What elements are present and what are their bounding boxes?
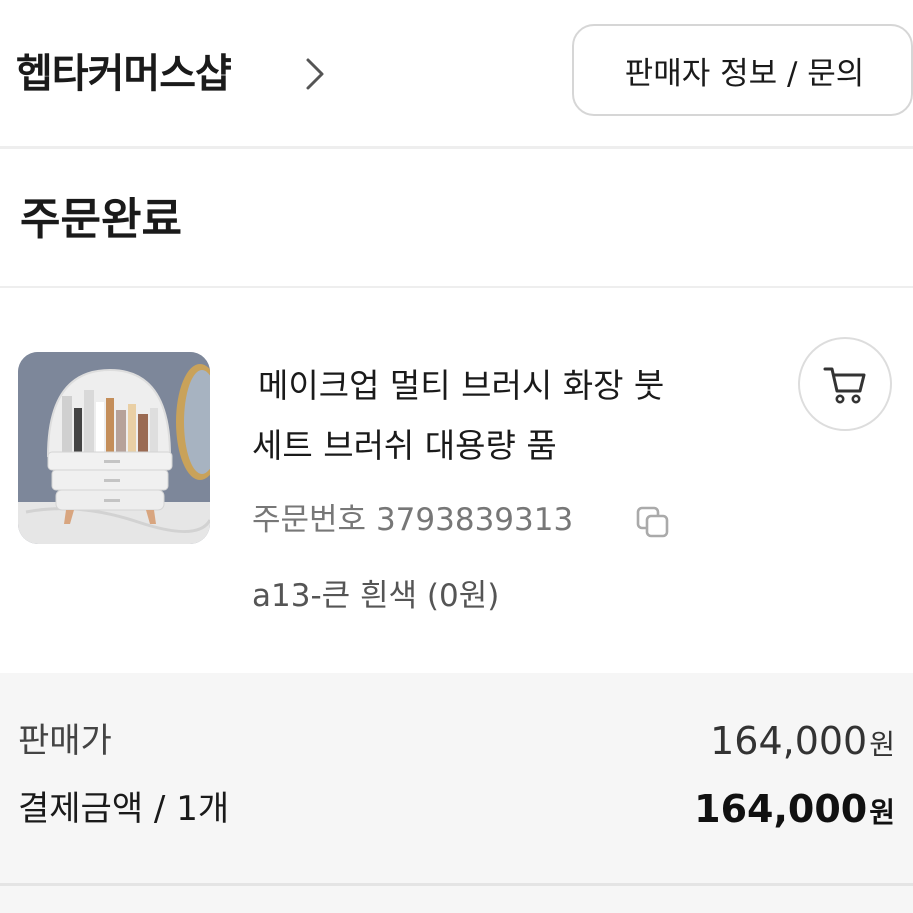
product-name-line2: 세트 브러쉬 대용량 품 [252, 426, 557, 465]
payment-amount-label: 결제금액 / 1개 [18, 789, 230, 829]
bottom-area [0, 886, 913, 913]
header: 헵타커머스샵 판매자 정보 / 문의 [0, 0, 913, 146]
cart-icon [823, 367, 866, 404]
product-name-line1: 메이크업 멀티 브러시 화장 붓 [258, 366, 665, 405]
chevron-right-icon[interactable] [300, 54, 330, 94]
price-summary [0, 673, 913, 885]
order-number-row: 주문번호 3793839313 [252, 496, 573, 544]
currency-unit: 원 [869, 728, 895, 761]
order-number-label: 주문번호 [252, 502, 367, 538]
sale-price-amount: 164,000 [710, 719, 868, 763]
add-to-cart-button[interactable] [798, 337, 892, 431]
order-number-value: 3793839313 [375, 502, 574, 538]
sale-price-value: 164,000원 [710, 716, 895, 770]
product-name-link[interactable]: 메이크업 멀티 브러시 화장 붓 세트 브러쉬 대용량 품 [252, 356, 772, 476]
divider [0, 286, 913, 288]
sale-price-label: 판매가 [18, 721, 112, 761]
seller-info-button[interactable]: 판매자 정보 / 문의 [572, 24, 913, 116]
payment-amount: 164,000 [694, 787, 868, 831]
shop-name-link[interactable]: 헵타커머스샵 [16, 44, 232, 104]
product-option: a13-큰 흰색 (0원) [252, 578, 500, 614]
payment-amount-value: 164,000원 [694, 784, 895, 838]
divider [0, 146, 913, 149]
currency-unit: 원 [869, 796, 895, 829]
order-status-title: 주문완료 [20, 194, 182, 245]
copy-icon[interactable] [634, 504, 672, 540]
product-thumbnail[interactable] [18, 352, 210, 544]
